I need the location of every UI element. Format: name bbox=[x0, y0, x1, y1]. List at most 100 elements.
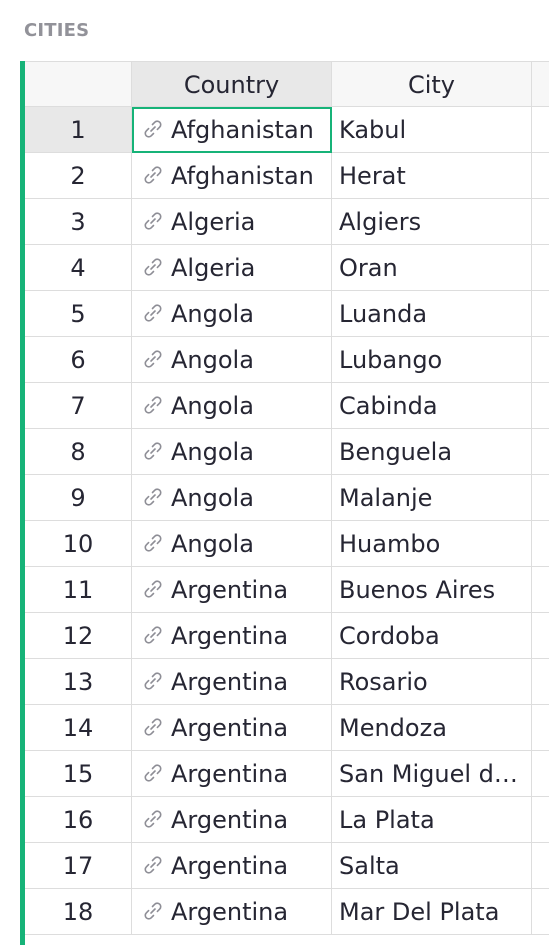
city-cell[interactable]: Cabinda bbox=[332, 383, 532, 429]
country-value: Argentina bbox=[171, 898, 289, 926]
link-icon bbox=[141, 577, 165, 601]
row-number[interactable]: 18 bbox=[25, 889, 132, 935]
table-row[interactable]: 15 Argentina San Miguel de Tucuman bbox=[25, 751, 549, 797]
country-cell[interactable]: Angola bbox=[132, 383, 332, 429]
country-cell[interactable]: Argentina bbox=[132, 797, 332, 843]
empty-cell bbox=[532, 705, 549, 751]
country-cell[interactable]: Argentina bbox=[132, 705, 332, 751]
country-cell[interactable]: Argentina bbox=[132, 889, 332, 935]
table-row[interactable]: 3 Algeria Algiers bbox=[25, 199, 549, 245]
row-number[interactable]: 7 bbox=[25, 383, 132, 429]
country-value: Argentina bbox=[171, 806, 289, 834]
link-icon bbox=[141, 623, 165, 647]
country-cell[interactable]: Argentina bbox=[132, 567, 332, 613]
table-row[interactable]: 6 Angola Lubango bbox=[25, 337, 549, 383]
country-cell[interactable]: Angola bbox=[132, 291, 332, 337]
data-grid: Country City 1 Afghanistan Kabul 2 Afgha… bbox=[25, 61, 549, 935]
city-cell[interactable]: Salta bbox=[332, 843, 532, 889]
table-row[interactable]: 7 Angola Cabinda bbox=[25, 383, 549, 429]
country-value: Argentina bbox=[171, 622, 289, 650]
country-cell[interactable]: Angola bbox=[132, 429, 332, 475]
table-row[interactable]: 12 Argentina Cordoba bbox=[25, 613, 549, 659]
city-cell[interactable]: Lubango bbox=[332, 337, 532, 383]
row-number[interactable]: 12 bbox=[25, 613, 132, 659]
country-value: Afghanistan bbox=[171, 116, 314, 144]
empty-cell bbox=[532, 153, 549, 199]
city-cell[interactable]: Benguela bbox=[332, 429, 532, 475]
link-icon bbox=[141, 301, 165, 325]
row-number[interactable]: 9 bbox=[25, 475, 132, 521]
row-number[interactable]: 4 bbox=[25, 245, 132, 291]
city-cell[interactable]: Mendoza bbox=[332, 705, 532, 751]
row-number[interactable]: 16 bbox=[25, 797, 132, 843]
column-header-add[interactable] bbox=[532, 61, 549, 107]
country-value: Angola bbox=[171, 484, 254, 512]
country-cell[interactable]: Algeria bbox=[132, 199, 332, 245]
table-row[interactable]: 11 Argentina Buenos Aires bbox=[25, 567, 549, 613]
empty-cell bbox=[532, 751, 549, 797]
empty-cell bbox=[532, 797, 549, 843]
table-row[interactable]: 2 Afghanistan Herat bbox=[25, 153, 549, 199]
city-cell[interactable]: Algiers bbox=[332, 199, 532, 245]
city-cell[interactable]: Herat bbox=[332, 153, 532, 199]
country-cell[interactable]: Argentina bbox=[132, 613, 332, 659]
row-number[interactable]: 15 bbox=[25, 751, 132, 797]
row-number[interactable]: 11 bbox=[25, 567, 132, 613]
country-cell[interactable]: Angola bbox=[132, 521, 332, 567]
row-number[interactable]: 3 bbox=[25, 199, 132, 245]
row-number[interactable]: 2 bbox=[25, 153, 132, 199]
row-number[interactable]: 6 bbox=[25, 337, 132, 383]
city-cell[interactable]: San Miguel de Tucuman bbox=[332, 751, 532, 797]
city-cell[interactable]: Oran bbox=[332, 245, 532, 291]
city-cell[interactable]: Rosario bbox=[332, 659, 532, 705]
link-icon bbox=[141, 485, 165, 509]
row-number[interactable]: 5 bbox=[25, 291, 132, 337]
link-icon bbox=[141, 531, 165, 555]
city-cell[interactable]: Luanda bbox=[332, 291, 532, 337]
link-icon bbox=[141, 393, 165, 417]
country-value: Angola bbox=[171, 300, 254, 328]
country-cell[interactable]: Argentina bbox=[132, 751, 332, 797]
country-value: Angola bbox=[171, 392, 254, 420]
country-value: Algeria bbox=[171, 254, 256, 282]
city-cell[interactable]: Huambo bbox=[332, 521, 532, 567]
country-cell[interactable]: Argentina bbox=[132, 843, 332, 889]
row-number-header[interactable] bbox=[25, 61, 132, 107]
table-row[interactable]: 16 Argentina La Plata bbox=[25, 797, 549, 843]
country-cell[interactable]: Afghanistan bbox=[132, 107, 332, 153]
row-number[interactable]: 10 bbox=[25, 521, 132, 567]
table-row[interactable]: 10 Angola Huambo bbox=[25, 521, 549, 567]
country-cell[interactable]: Algeria bbox=[132, 245, 332, 291]
country-value: Argentina bbox=[171, 760, 289, 788]
empty-cell bbox=[532, 475, 549, 521]
city-cell[interactable]: Kabul bbox=[332, 107, 532, 153]
table-row[interactable]: 17 Argentina Salta bbox=[25, 843, 549, 889]
city-cell[interactable]: Mar Del Plata bbox=[332, 889, 532, 935]
table-row[interactable]: 1 Afghanistan Kabul bbox=[25, 107, 549, 153]
section-title: CITIES bbox=[24, 20, 90, 41]
country-cell[interactable]: Argentina bbox=[132, 659, 332, 705]
table-row[interactable]: 4 Algeria Oran bbox=[25, 245, 549, 291]
empty-cell bbox=[532, 383, 549, 429]
table-row[interactable]: 13 Argentina Rosario bbox=[25, 659, 549, 705]
link-icon bbox=[141, 669, 165, 693]
table-row[interactable]: 14 Argentina Mendoza bbox=[25, 705, 549, 751]
table-row[interactable]: 8 Angola Benguela bbox=[25, 429, 549, 475]
table-row[interactable]: 5 Angola Luanda bbox=[25, 291, 549, 337]
row-number[interactable]: 1 bbox=[25, 107, 132, 153]
city-cell[interactable]: Malanje bbox=[332, 475, 532, 521]
country-cell[interactable]: Afghanistan bbox=[132, 153, 332, 199]
country-cell[interactable]: Angola bbox=[132, 475, 332, 521]
city-cell[interactable]: Cordoba bbox=[332, 613, 532, 659]
row-number[interactable]: 14 bbox=[25, 705, 132, 751]
table-row[interactable]: 9 Angola Malanje bbox=[25, 475, 549, 521]
column-header-city[interactable]: City bbox=[332, 61, 532, 107]
row-number[interactable]: 13 bbox=[25, 659, 132, 705]
city-cell[interactable]: La Plata bbox=[332, 797, 532, 843]
city-cell[interactable]: Buenos Aires bbox=[332, 567, 532, 613]
country-cell[interactable]: Angola bbox=[132, 337, 332, 383]
row-number[interactable]: 8 bbox=[25, 429, 132, 475]
row-number[interactable]: 17 bbox=[25, 843, 132, 889]
table-row[interactable]: 18 Argentina Mar Del Plata bbox=[25, 889, 549, 935]
column-header-country[interactable]: Country bbox=[132, 61, 332, 107]
